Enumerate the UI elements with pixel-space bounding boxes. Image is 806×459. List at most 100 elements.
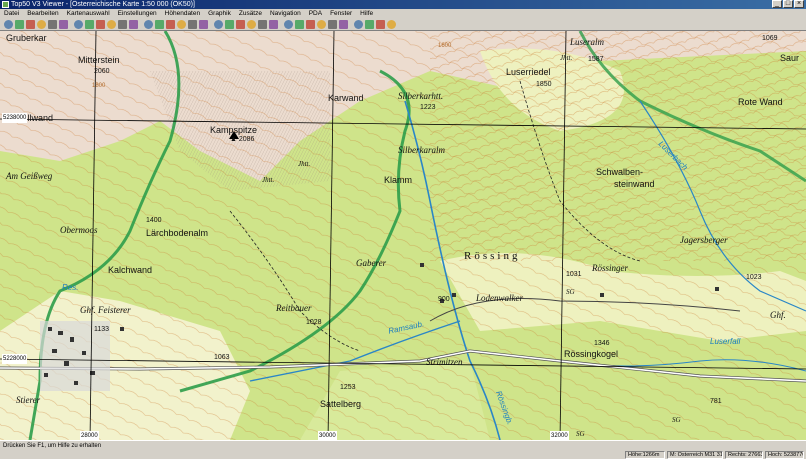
measure-icon[interactable] bbox=[295, 20, 304, 29]
profile-icon[interactable] bbox=[177, 20, 186, 29]
minimize-button[interactable]: _ bbox=[772, 0, 782, 8]
zoom-fit-icon[interactable] bbox=[37, 20, 46, 29]
label-luseralm-hut: Jhtt. bbox=[560, 54, 573, 62]
settings-icon[interactable] bbox=[365, 20, 374, 29]
search-icon[interactable] bbox=[107, 20, 116, 29]
grid-icon[interactable] bbox=[118, 20, 127, 29]
label-sg-3: SG bbox=[576, 430, 585, 438]
grid-label-x-left: 28000 bbox=[80, 431, 99, 440]
label-strimitzen: Strimitzen bbox=[426, 357, 463, 367]
grid-label-x-right: 32000 bbox=[550, 431, 569, 440]
menu-bar: Datei Bearbeiten Kartenauswahl Einstellu… bbox=[0, 9, 806, 18]
info-icon[interactable] bbox=[387, 20, 396, 29]
label-kampspitze-elev: ▲ 2086 bbox=[230, 136, 255, 143]
label-reitbauer: Reitbauer bbox=[276, 303, 312, 313]
label-saur: Saur bbox=[780, 53, 800, 63]
status-hint: Drücken Sie F1, um Hilfe zu erhalten bbox=[3, 443, 102, 449]
menu-navigation[interactable]: Navigation bbox=[266, 10, 305, 17]
menu-pda[interactable]: PDA bbox=[305, 10, 326, 17]
label-larchbodenalm: Lärchbodenalm bbox=[146, 228, 209, 238]
label-elev-781: 781 bbox=[710, 398, 722, 405]
window-title: Top50 V3 Viewer - [Österreichische Karte… bbox=[11, 1, 195, 8]
menu-einstellungen[interactable]: Einstellungen bbox=[114, 10, 161, 17]
menu-hoehendaten[interactable]: Höhendaten bbox=[161, 10, 204, 17]
label-klamm: Klamm bbox=[384, 175, 413, 185]
flag-icon[interactable] bbox=[247, 20, 256, 29]
label-elev-1346: 1346 bbox=[594, 340, 610, 347]
label-rossingkogel: Rössingkogel bbox=[564, 349, 619, 359]
waypoint-icon[interactable] bbox=[284, 20, 293, 29]
label-elev-1133: 1133 bbox=[94, 326, 110, 333]
help-icon[interactable] bbox=[376, 20, 385, 29]
label-elev-1400: 1400 bbox=[146, 217, 162, 224]
label-rossinger: Rössinger bbox=[592, 263, 628, 273]
menu-graphik[interactable]: Graphik bbox=[204, 10, 235, 17]
area-icon[interactable] bbox=[306, 20, 315, 29]
label-elev-1069: 1069 bbox=[762, 35, 778, 42]
label-gaberer: Gaberer bbox=[356, 258, 387, 268]
point-icon[interactable] bbox=[214, 20, 223, 29]
zoom-in-icon[interactable] bbox=[15, 20, 24, 29]
label-ghf-feisterer: Ghf. Feisterer bbox=[80, 305, 131, 315]
label-jhtt-2: Jhtt. bbox=[262, 176, 275, 184]
label-karwand: Karwand bbox=[328, 93, 364, 103]
status-elevation: Höhe:1266m bbox=[625, 451, 665, 459]
redo-icon[interactable] bbox=[199, 20, 208, 29]
label-luseralm-elev: 1587 bbox=[588, 56, 604, 63]
menu-zusaetze[interactable]: Zusätze bbox=[235, 10, 266, 17]
maximize-button[interactable]: □ bbox=[783, 0, 793, 8]
label-mitterstein-elev: 2060 bbox=[94, 68, 110, 75]
grid-label-y-bottom: 5228000 bbox=[2, 354, 28, 364]
zoom-prev-icon[interactable] bbox=[59, 20, 68, 29]
label-am-geissweg: Am Geißweg bbox=[6, 171, 53, 181]
label-elev-900: 900 bbox=[438, 296, 450, 303]
label-rossing: Rössing bbox=[464, 250, 521, 262]
label-kalchwand: Kalchwand bbox=[108, 265, 153, 275]
label-sg-1: SG bbox=[566, 288, 575, 296]
zoom-out-icon[interactable] bbox=[26, 20, 35, 29]
label-luseralm: Luseralm bbox=[570, 37, 605, 47]
menu-hilfe[interactable]: Hilfe bbox=[356, 10, 377, 17]
status-bar: Drücken Sie F1, um Hilfe zu erhalten Höh… bbox=[0, 440, 806, 459]
zoom-area-icon[interactable] bbox=[48, 20, 57, 29]
label-kampspitze: Kampspitze bbox=[210, 125, 258, 135]
label-elev-1028: 1028 bbox=[306, 319, 322, 326]
track-icon[interactable] bbox=[236, 20, 245, 29]
label-res: Res. bbox=[62, 283, 79, 292]
symbol-icon[interactable] bbox=[339, 20, 348, 29]
route-icon[interactable] bbox=[225, 20, 234, 29]
gps-icon[interactable] bbox=[269, 20, 278, 29]
undo-icon[interactable] bbox=[188, 20, 197, 29]
close-button[interactable]: × bbox=[794, 0, 804, 8]
circle-icon[interactable] bbox=[317, 20, 326, 29]
color-icon[interactable] bbox=[354, 20, 363, 29]
menu-datei[interactable]: Datei bbox=[0, 10, 23, 17]
label-elev-1253: 1253 bbox=[340, 384, 356, 391]
line-icon[interactable] bbox=[166, 20, 175, 29]
label-elev-1800: 1800 bbox=[92, 83, 106, 89]
label-sattelberg: Sattelberg bbox=[320, 399, 362, 409]
label-luserfall: Luserfall bbox=[710, 337, 741, 346]
app-icon bbox=[2, 1, 9, 8]
label-jhtt-1: Jhtt. bbox=[298, 160, 311, 168]
target-icon[interactable] bbox=[144, 20, 153, 29]
text-icon[interactable] bbox=[328, 20, 337, 29]
label-luserriedel-elev: 1850 bbox=[536, 81, 552, 88]
arrow-icon[interactable] bbox=[155, 20, 164, 29]
copy-icon[interactable] bbox=[96, 20, 105, 29]
menu-fenster[interactable]: Fenster bbox=[326, 10, 356, 17]
label-mitterstein: Mitterstein bbox=[78, 55, 120, 65]
label-obermoos: Obermoos bbox=[60, 225, 98, 235]
map-view[interactable]: Gruberkar Mitterstein 2060 Stellwand Kam… bbox=[0, 31, 806, 440]
label-rote-wand: Rote Wand bbox=[738, 97, 783, 107]
layers-icon[interactable] bbox=[129, 20, 138, 29]
label-stierer: Stierer bbox=[16, 395, 41, 405]
menu-bearbeiten[interactable]: Bearbeiten bbox=[23, 10, 62, 17]
export-icon[interactable] bbox=[85, 20, 94, 29]
hand-icon[interactable] bbox=[4, 20, 13, 29]
print-icon[interactable] bbox=[74, 20, 83, 29]
pda-icon[interactable] bbox=[258, 20, 267, 29]
label-elev-1063: 1063 bbox=[214, 354, 230, 361]
label-silberkaralm: Silberkaralm bbox=[398, 145, 445, 155]
menu-kartenauswahl[interactable]: Kartenauswahl bbox=[63, 10, 114, 17]
